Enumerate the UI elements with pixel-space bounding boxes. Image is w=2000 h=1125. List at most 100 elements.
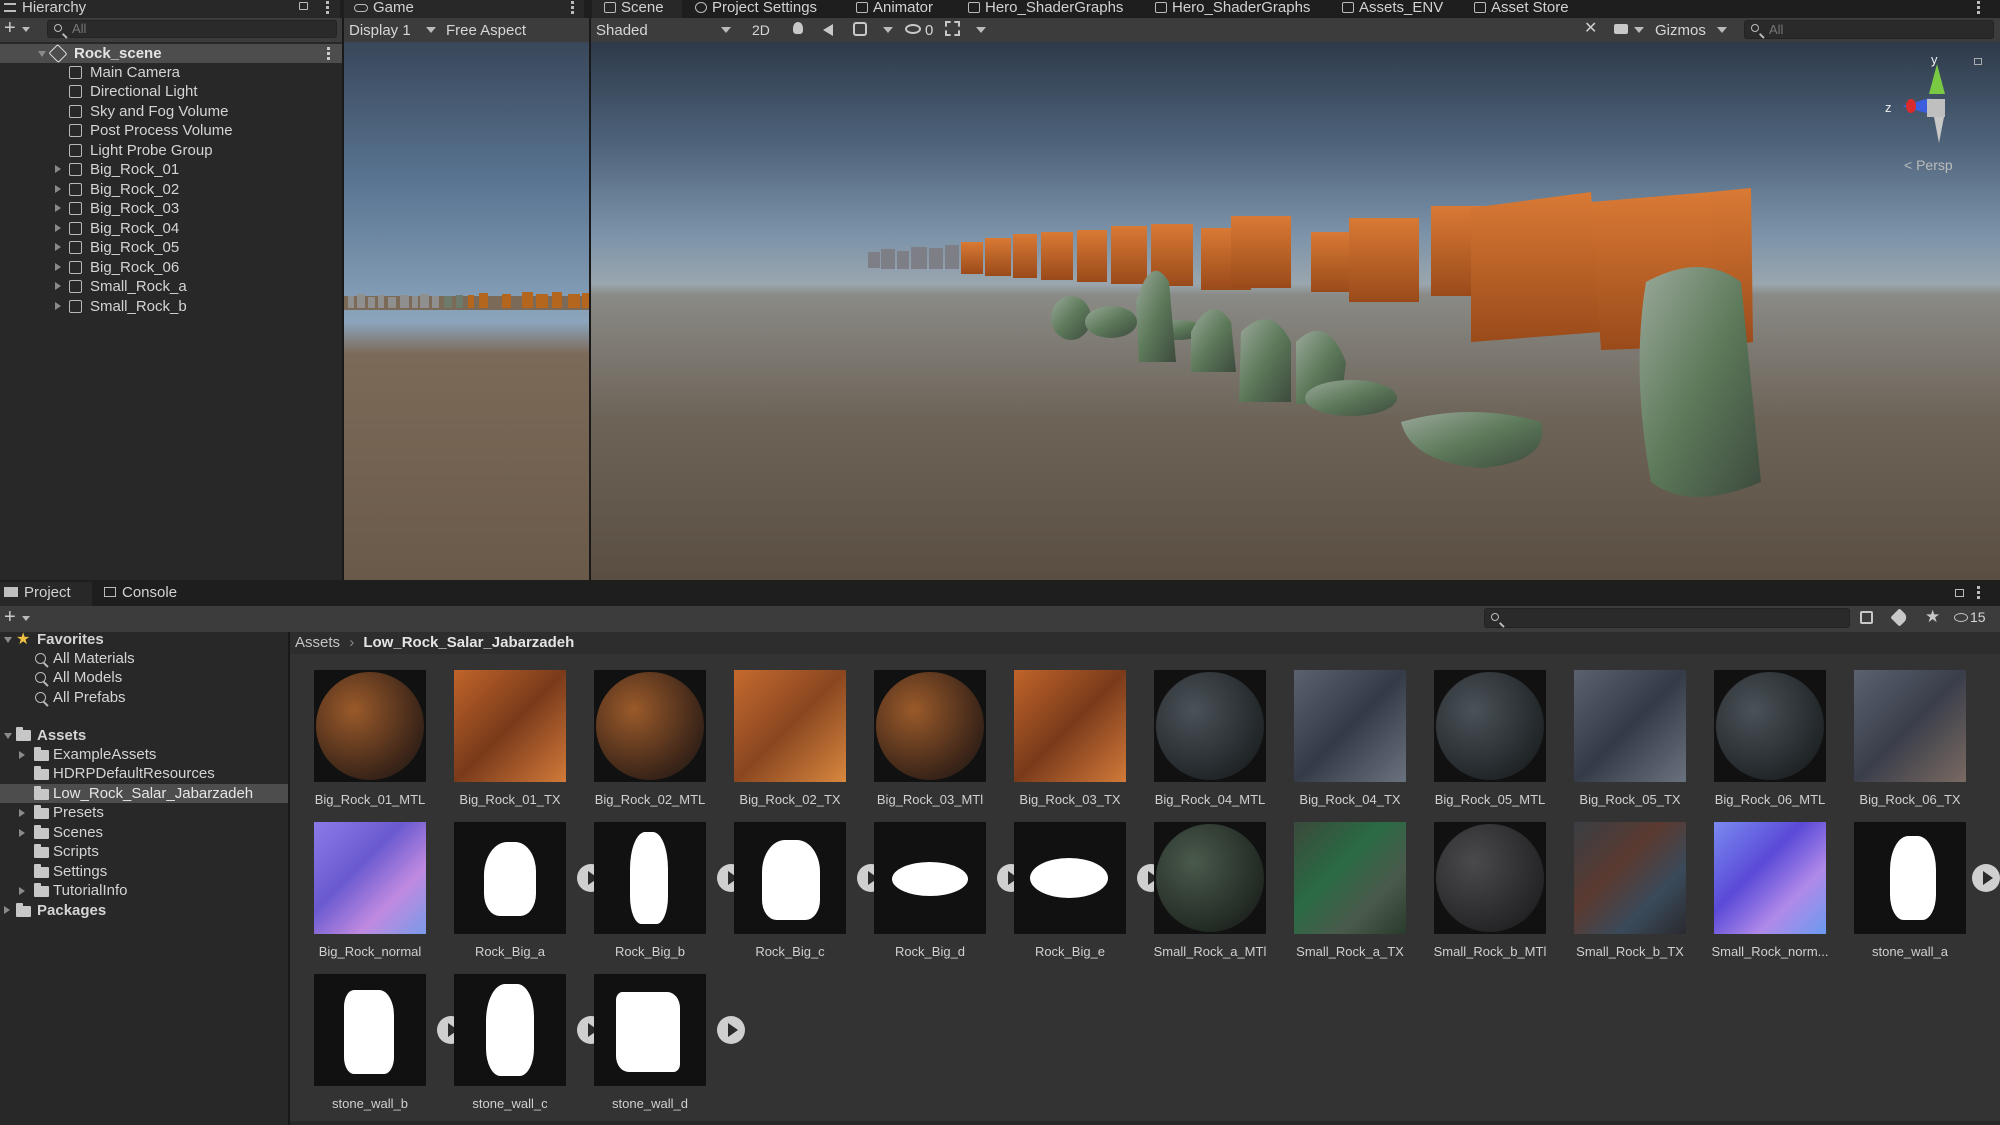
asset-item[interactable]: Big_Rock_04_TX — [1270, 670, 1410, 820]
project-add-button[interactable]: + — [4, 606, 32, 628]
folder-item[interactable]: Low_Rock_Salar_Jabarzadeh — [53, 784, 253, 803]
asset-item[interactable]: stone_wall_a — [1830, 822, 2000, 972]
scene-lock-icon[interactable] — [1974, 58, 1982, 65]
asset-item[interactable]: Rock_Big_d — [850, 822, 1025, 972]
breadcrumb-assets[interactable]: Assets — [295, 634, 340, 651]
assets-label[interactable]: Assets — [37, 726, 86, 745]
project-search-field[interactable] — [1484, 608, 1850, 628]
search-by-type-icon[interactable] — [1860, 611, 1873, 624]
gizmos-button[interactable]: Gizmos — [1655, 22, 1706, 39]
chevron-down-icon[interactable] — [976, 27, 986, 33]
favorite-star-icon[interactable]: ★ — [1925, 607, 1940, 627]
asset-item[interactable]: Big_Rock_01_TX — [430, 670, 570, 820]
expand-arrow[interactable] — [55, 243, 61, 251]
expand-arrow[interactable] — [38, 51, 46, 57]
folder-item[interactable]: Presets — [53, 803, 104, 822]
tab-assets-env[interactable]: Assets_ENV — [1342, 0, 1443, 18]
asset-item[interactable]: Big_Rock_06_MTL — [1690, 670, 1830, 820]
favorite-item[interactable]: All Prefabs — [53, 688, 126, 707]
scene-menu-icon[interactable] — [327, 47, 330, 60]
perspective-label[interactable]: < Persp — [1904, 157, 1953, 173]
scene-search-field[interactable]: All — [1744, 20, 1994, 39]
chevron-down-icon[interactable] — [883, 27, 893, 33]
asset-item[interactable]: Small_Rock_norm... — [1690, 822, 1830, 972]
expand-arrow[interactable] — [55, 204, 61, 212]
expand-arrow[interactable] — [55, 165, 61, 173]
asset-item[interactable]: Small_Rock_b_TX — [1550, 822, 1690, 972]
hierarchy-search-field[interactable]: All — [47, 20, 337, 38]
tools-icon[interactable]: ✕ — [1584, 21, 1600, 37]
asset-item[interactable]: Rock_Big_a — [430, 822, 605, 972]
hidden-packages-icon[interactable] — [1954, 613, 1968, 622]
asset-item[interactable]: Big_Rock_02_MTL — [570, 670, 710, 820]
expand-prefab-button[interactable] — [717, 1016, 745, 1044]
orientation-gizmo[interactable] — [1880, 56, 1960, 136]
asset-item[interactable]: Small_Rock_a_TX — [1270, 822, 1410, 972]
asset-item[interactable]: stone_wall_d — [570, 974, 745, 1124]
chevron-down-icon[interactable] — [1717, 27, 1727, 33]
asset-item[interactable]: Rock_Big_c — [710, 822, 885, 972]
asset-item[interactable]: Big_Rock_03_TX — [990, 670, 1130, 820]
toggle-2d-button[interactable]: 2D — [752, 22, 770, 38]
tab-animator[interactable]: Animator — [856, 0, 933, 18]
asset-item[interactable]: Small_Rock_a_MTl — [1130, 822, 1270, 972]
asset-item[interactable]: Big_Rock_normal — [290, 822, 430, 972]
expand-arrow[interactable] — [55, 263, 61, 271]
folder-item[interactable]: Scripts — [53, 842, 99, 861]
tab-scene[interactable]: Scene — [604, 0, 664, 18]
camera-icon[interactable] — [1614, 24, 1628, 34]
effects-icon[interactable] — [853, 22, 867, 36]
expand-arrow[interactable] — [4, 733, 12, 739]
tab-asset-store[interactable]: Asset Store — [1474, 0, 1569, 18]
scene-more-icon[interactable] — [1977, 1, 1980, 14]
lightbulb-icon[interactable] — [793, 22, 803, 34]
expand-arrow[interactable] — [55, 224, 61, 232]
tab-hero-shadergraphs-2[interactable]: Hero_ShaderGraphs — [1155, 0, 1310, 18]
asset-item[interactable]: Big_Rock_03_MTl — [850, 670, 990, 820]
asset-item[interactable]: Big_Rock_05_MTL — [1410, 670, 1550, 820]
folder-item[interactable]: TutorialInfo — [53, 881, 127, 900]
asset-item[interactable]: Rock_Big_b — [570, 822, 745, 972]
asset-item[interactable]: Big_Rock_01_MTL — [290, 670, 430, 820]
folder-item[interactable]: HDRPDefaultResources — [53, 764, 215, 783]
folder-item[interactable]: Settings — [53, 862, 107, 881]
tab-project-settings[interactable]: Project Settings — [695, 0, 817, 18]
asset-item[interactable]: Small_Rock_b_MTl — [1410, 822, 1550, 972]
project-lock-icon[interactable] — [1955, 589, 1964, 597]
folder-item[interactable]: ExampleAssets — [53, 745, 156, 764]
more-menu-icon[interactable] — [326, 1, 329, 14]
add-button[interactable]: + — [4, 18, 32, 39]
audio-icon[interactable] — [823, 24, 833, 36]
expand-arrow[interactable] — [19, 887, 25, 895]
expand-arrow[interactable] — [19, 809, 25, 817]
display-dropdown[interactable]: Display 1 — [349, 22, 411, 39]
tab-hero-shadergraphs-1[interactable]: Hero_ShaderGraphs — [968, 0, 1123, 18]
favorite-item[interactable]: All Materials — [53, 649, 135, 668]
expand-arrow[interactable] — [19, 751, 25, 759]
visibility-hidden-icon[interactable] — [905, 24, 921, 34]
chevron-down-icon[interactable] — [1634, 27, 1644, 33]
asset-item[interactable]: stone_wall_b — [290, 974, 465, 1124]
expand-arrow[interactable] — [55, 185, 61, 193]
shading-mode-dropdown[interactable]: Shaded — [596, 22, 648, 39]
expand-arrow[interactable] — [19, 829, 25, 837]
folder-item[interactable]: Scenes — [53, 823, 103, 842]
asset-item[interactable]: Big_Rock_06_TX — [1830, 670, 1970, 820]
tab-console[interactable]: Console — [104, 585, 177, 603]
asset-item[interactable]: Big_Rock_05_TX — [1550, 670, 1690, 820]
packages-label[interactable]: Packages — [37, 901, 106, 920]
asset-item[interactable]: Big_Rock_04_MTL — [1130, 670, 1270, 820]
expand-arrow[interactable] — [4, 637, 12, 643]
expand-arrow[interactable] — [4, 906, 10, 914]
expand-prefab-button[interactable] — [1972, 864, 2000, 892]
expand-arrow[interactable] — [55, 302, 61, 310]
aspect-dropdown[interactable]: Free Aspect — [446, 22, 526, 39]
asset-item[interactable]: stone_wall_c — [430, 974, 605, 1124]
project-more-icon[interactable] — [1977, 586, 1980, 599]
grid-snap-icon[interactable] — [945, 21, 960, 36]
expand-arrow[interactable] — [55, 282, 61, 290]
lock-icon[interactable] — [299, 2, 308, 10]
asset-item[interactable]: Big_Rock_02_TX — [710, 670, 850, 820]
game-more-icon[interactable] — [571, 1, 574, 14]
asset-item[interactable]: Rock_Big_e — [990, 822, 1165, 972]
